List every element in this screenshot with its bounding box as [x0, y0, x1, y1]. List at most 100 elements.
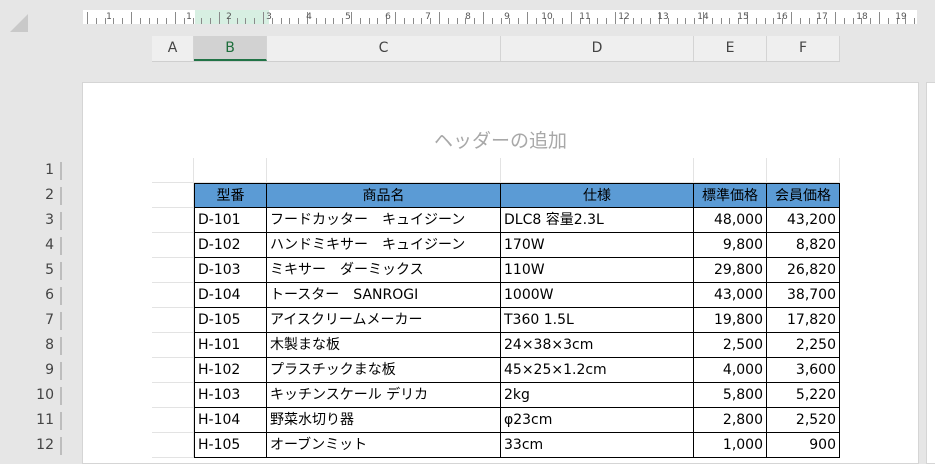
- standard-price-cell[interactable]: 5,800: [694, 383, 767, 408]
- empty-cell[interactable]: [501, 158, 694, 183]
- model-number-cell[interactable]: H-104: [194, 408, 267, 433]
- empty-cell[interactable]: [152, 358, 194, 383]
- row-header-5[interactable]: 5: [0, 258, 62, 283]
- member-price-cell[interactable]: 26,820: [767, 258, 840, 283]
- standard-price-cell[interactable]: 43,000: [694, 283, 767, 308]
- empty-cell[interactable]: [152, 408, 194, 433]
- select-all-button[interactable]: [10, 14, 28, 32]
- model-number-cell[interactable]: H-102: [194, 358, 267, 383]
- product-name-cell[interactable]: キッチンスケール デリカ: [267, 383, 501, 408]
- table-header-cell[interactable]: 商品名: [267, 183, 501, 208]
- row-header-8[interactable]: 8: [0, 333, 62, 358]
- product-name-cell[interactable]: 木製まな板: [267, 333, 501, 358]
- empty-cell[interactable]: [152, 258, 194, 283]
- table-header-cell[interactable]: 会員価格: [767, 183, 840, 208]
- standard-price-cell[interactable]: 9,800: [694, 233, 767, 258]
- spec-cell[interactable]: 45×25×1.2cm: [501, 358, 694, 383]
- add-header-placeholder[interactable]: ヘッダーの追加: [83, 126, 918, 153]
- ruler-tick: [799, 18, 801, 24]
- spec-cell[interactable]: 110W: [501, 258, 694, 283]
- standard-price-cell[interactable]: 2,800: [694, 408, 767, 433]
- member-price-cell[interactable]: 2,250: [767, 333, 840, 358]
- spec-cell[interactable]: 170W: [501, 233, 694, 258]
- empty-cell[interactable]: [767, 158, 840, 183]
- member-price-cell[interactable]: 17,820: [767, 308, 840, 333]
- model-number-cell[interactable]: D-105: [194, 308, 267, 333]
- product-name-cell[interactable]: オーブンミット: [267, 433, 501, 458]
- model-number-cell[interactable]: D-101: [194, 208, 267, 233]
- model-number-cell[interactable]: H-101: [194, 333, 267, 358]
- member-price-cell[interactable]: 38,700: [767, 283, 840, 308]
- row-header-4[interactable]: 4: [0, 233, 62, 258]
- spec-cell[interactable]: 24×38×3cm: [501, 333, 694, 358]
- spec-cell[interactable]: 2kg: [501, 383, 694, 408]
- column-header-b[interactable]: B: [194, 36, 267, 61]
- row-header-9[interactable]: 9: [0, 358, 62, 383]
- empty-cell[interactable]: [194, 158, 267, 183]
- row-header-6[interactable]: 6: [0, 283, 62, 308]
- empty-cell[interactable]: [152, 208, 194, 233]
- ruler-tick: [711, 18, 713, 24]
- empty-cell[interactable]: [152, 233, 194, 258]
- product-name-cell[interactable]: ミキサー ダーミックス: [267, 258, 501, 283]
- column-header-c[interactable]: C: [267, 36, 501, 61]
- empty-cell[interactable]: [152, 308, 194, 333]
- product-name-cell[interactable]: トースター SANROGI: [267, 283, 501, 308]
- product-name-cell[interactable]: プラスチックまな板: [267, 358, 501, 383]
- standard-price-cell[interactable]: 2,500: [694, 333, 767, 358]
- row-header-edge: [60, 287, 62, 305]
- model-number-cell[interactable]: D-104: [194, 283, 267, 308]
- empty-cell[interactable]: [694, 158, 767, 183]
- ruler-tick: [122, 18, 124, 24]
- ruler-tick: [113, 18, 115, 24]
- spec-cell[interactable]: φ23cm: [501, 408, 694, 433]
- spec-cell[interactable]: 33cm: [501, 433, 694, 458]
- model-number-cell[interactable]: D-103: [194, 258, 267, 283]
- member-price-cell[interactable]: 2,520: [767, 408, 840, 433]
- ruler-selection-highlight: [195, 10, 269, 24]
- product-name-cell[interactable]: 野菜水切り器: [267, 408, 501, 433]
- standard-price-cell[interactable]: 19,800: [694, 308, 767, 333]
- model-number-cell[interactable]: H-103: [194, 383, 267, 408]
- standard-price-cell[interactable]: 48,000: [694, 208, 767, 233]
- model-number-cell[interactable]: D-102: [194, 233, 267, 258]
- product-name-cell[interactable]: ハンドミキサー キュイジーン: [267, 233, 501, 258]
- row-header-1[interactable]: 1: [0, 158, 62, 183]
- table-header-cell[interactable]: 仕様: [501, 183, 694, 208]
- spec-cell[interactable]: 1000W: [501, 283, 694, 308]
- ruler-tick: [685, 18, 687, 24]
- column-header-e[interactable]: E: [694, 36, 767, 61]
- member-price-cell[interactable]: 3,600: [767, 358, 840, 383]
- column-header-a[interactable]: A: [152, 36, 194, 61]
- product-name-cell[interactable]: フードカッター キュイジーン: [267, 208, 501, 233]
- empty-cell[interactable]: [152, 183, 194, 208]
- row-header-7[interactable]: 7: [0, 308, 62, 333]
- empty-cell[interactable]: [152, 333, 194, 358]
- table-header-cell[interactable]: 型番: [194, 183, 267, 208]
- standard-price-cell[interactable]: 4,000: [694, 358, 767, 383]
- column-header-d[interactable]: D: [501, 36, 694, 61]
- empty-cell[interactable]: [152, 433, 194, 458]
- member-price-cell[interactable]: 43,200: [767, 208, 840, 233]
- spec-cell[interactable]: T360 1.5L: [501, 308, 694, 333]
- row-header-12[interactable]: 12: [0, 433, 62, 458]
- empty-cell[interactable]: [152, 383, 194, 408]
- ruler-tick: [879, 12, 880, 24]
- standard-price-cell[interactable]: 1,000: [694, 433, 767, 458]
- row-header-10[interactable]: 10: [0, 383, 62, 408]
- row-header-11[interactable]: 11: [0, 408, 62, 433]
- row-header-2[interactable]: 2: [0, 183, 62, 208]
- standard-price-cell[interactable]: 29,800: [694, 258, 767, 283]
- model-number-cell[interactable]: H-105: [194, 433, 267, 458]
- empty-cell[interactable]: [152, 283, 194, 308]
- member-price-cell[interactable]: 5,220: [767, 383, 840, 408]
- column-header-f[interactable]: F: [767, 36, 840, 61]
- member-price-cell[interactable]: 8,820: [767, 233, 840, 258]
- empty-cell[interactable]: [267, 158, 501, 183]
- row-header-3[interactable]: 3: [0, 208, 62, 233]
- member-price-cell[interactable]: 900: [767, 433, 840, 458]
- spec-cell[interactable]: DLC8 容量2.3L: [501, 208, 694, 233]
- product-name-cell[interactable]: アイスクリームメーカー: [267, 308, 501, 333]
- table-header-cell[interactable]: 標準価格: [694, 183, 767, 208]
- empty-cell[interactable]: [152, 158, 194, 183]
